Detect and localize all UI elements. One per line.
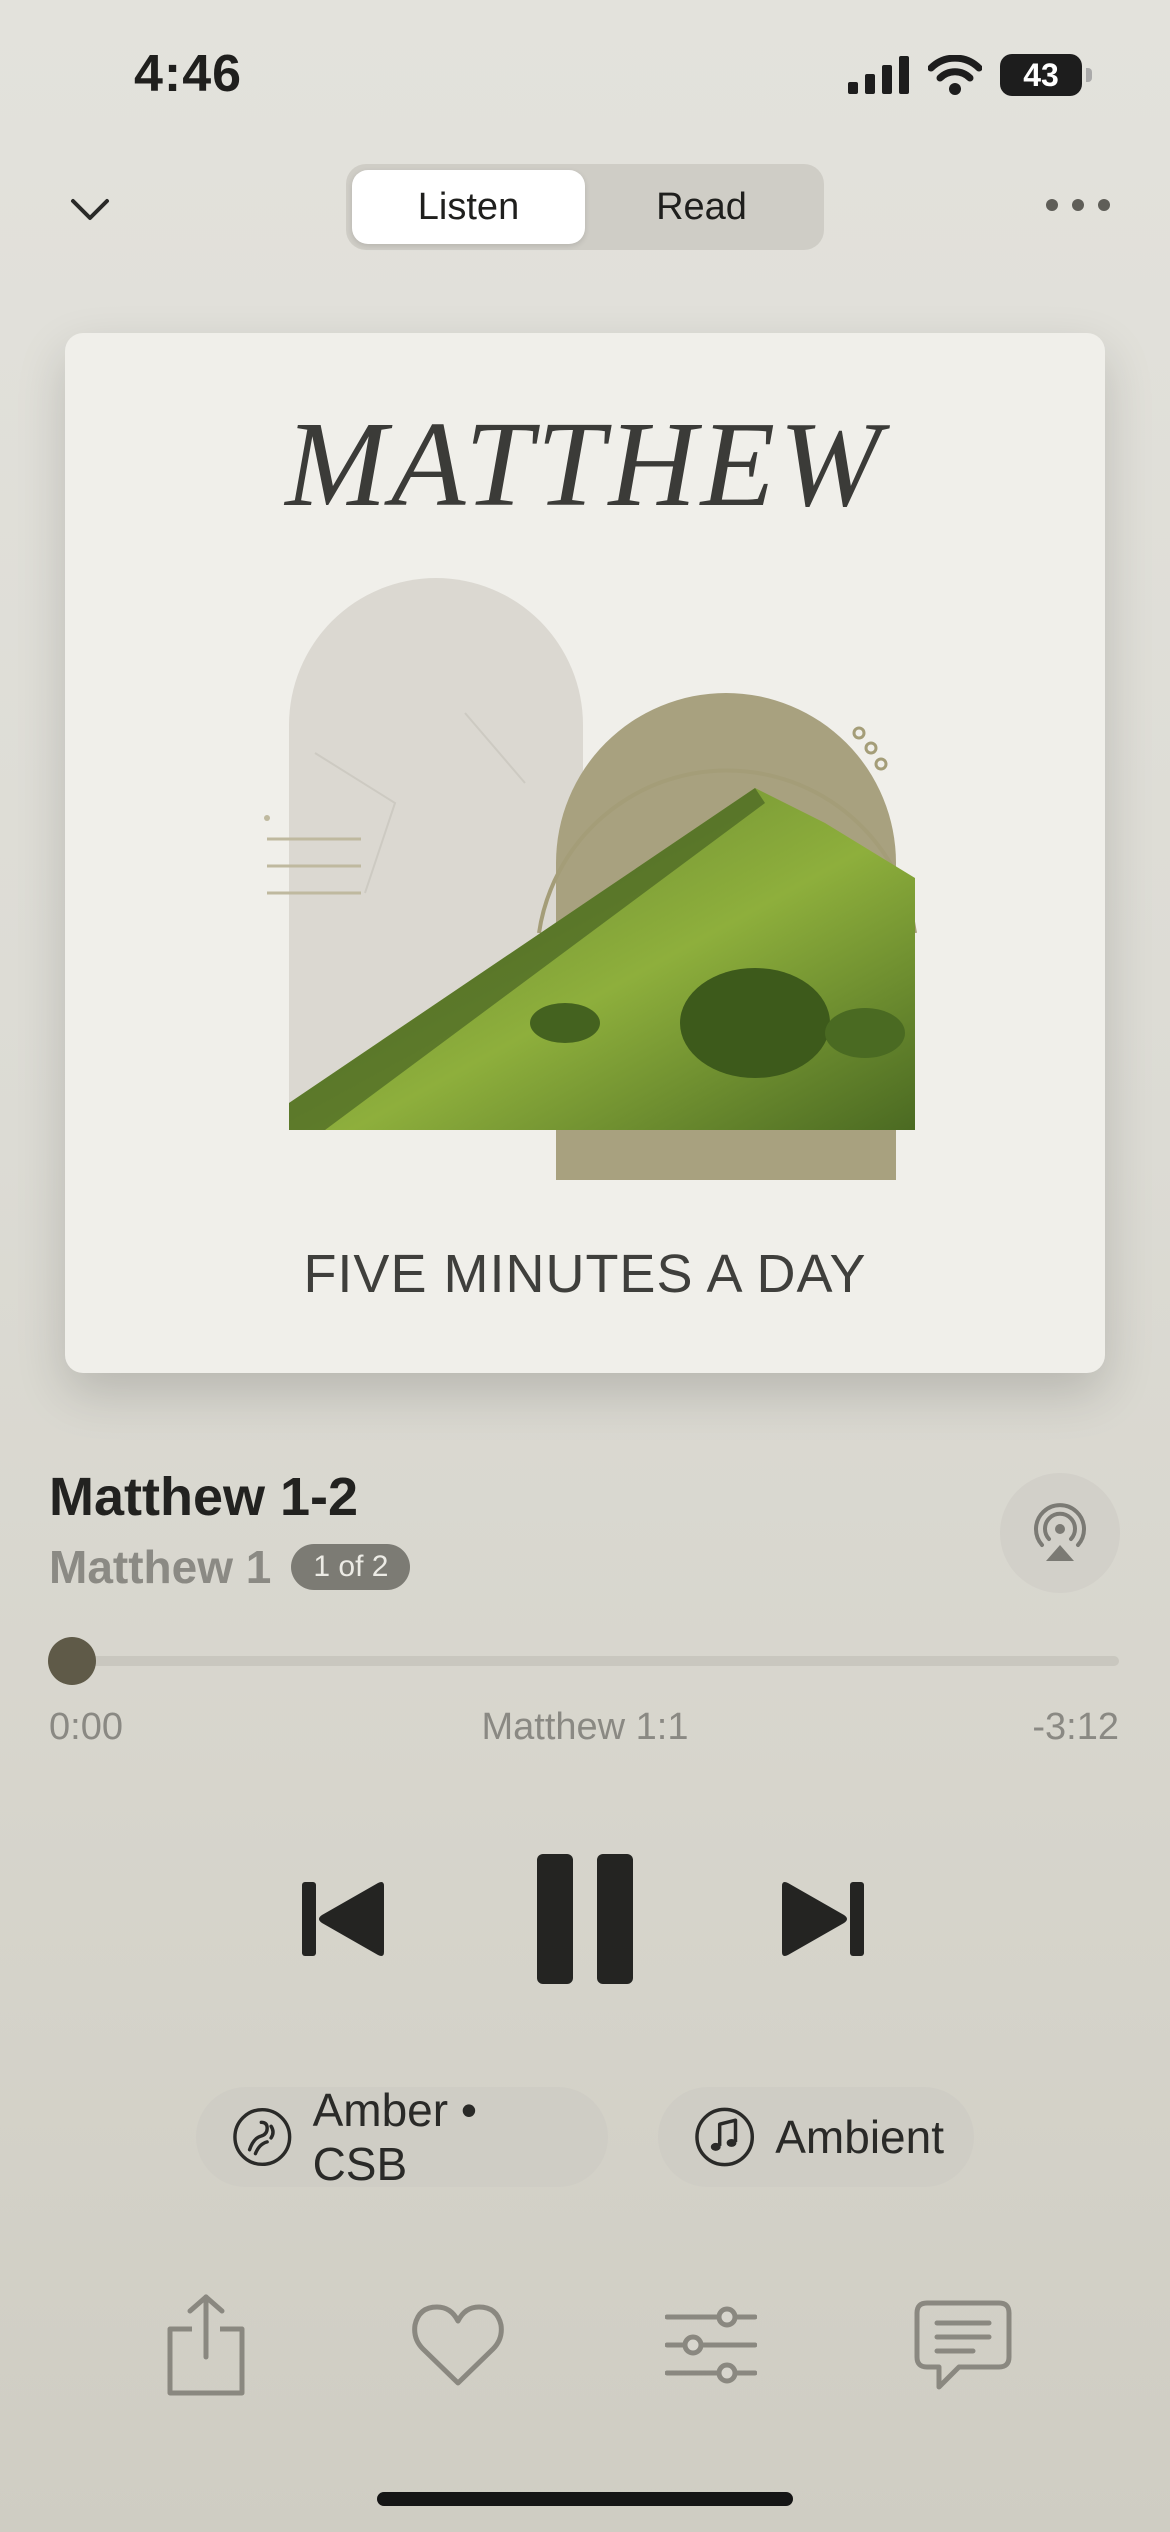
heart-icon xyxy=(412,2304,504,2386)
part-badge: 1 of 2 xyxy=(291,1544,411,1590)
track-chapter: Matthew 1 xyxy=(49,1541,272,1593)
airplay-icon xyxy=(1034,1503,1086,1561)
artwork-subtitle: FIVE MINUTES A DAY xyxy=(303,1244,867,1304)
favorite-button[interactable] xyxy=(403,2290,513,2400)
voice-selector-chip[interactable]: Amber • CSB xyxy=(196,2084,608,2190)
listen-read-toggle[interactable]: Listen Read xyxy=(346,164,824,250)
track-subtitle-row: Matthew 1 1 of 2 xyxy=(49,1540,411,1594)
music-note-icon xyxy=(695,2107,755,2167)
ellipsis-icon xyxy=(1046,199,1058,211)
ambient-label: Ambient xyxy=(775,2111,944,2163)
home-indicator[interactable] xyxy=(377,2492,793,2506)
skip-back-icon xyxy=(302,1882,384,1956)
battery-icon: 43 xyxy=(1000,54,1082,96)
tab-listen[interactable]: Listen xyxy=(352,170,585,244)
more-options-button[interactable] xyxy=(1046,190,1110,220)
comment-icon xyxy=(914,2300,1012,2390)
pause-icon xyxy=(537,1854,633,1984)
comments-button[interactable] xyxy=(908,2290,1018,2400)
sliders-icon xyxy=(665,2306,757,2384)
progress-bar[interactable] xyxy=(49,1656,1119,1666)
skip-forward-button[interactable] xyxy=(780,1880,866,1963)
voice-icon xyxy=(233,2107,292,2167)
status-time: 4:46 xyxy=(134,45,243,103)
album-artwork: MATTHEW FIVE MINUTES A DAY xyxy=(65,333,1105,1373)
chevron-down-icon xyxy=(71,199,109,220)
voice-label: Amber • CSB xyxy=(312,2084,477,2190)
status-icons: 43 xyxy=(848,54,1092,96)
pause-button[interactable] xyxy=(535,1852,635,1991)
share-icon xyxy=(167,2294,245,2396)
progress-knob[interactable] xyxy=(48,1637,96,1685)
skip-forward-icon xyxy=(782,1882,864,1956)
settings-button[interactable] xyxy=(656,2290,766,2400)
airplay-button[interactable] xyxy=(1000,1473,1120,1593)
ambient-selector-chip[interactable]: Ambient xyxy=(658,2087,974,2187)
current-verse: Matthew 1:1 xyxy=(481,1706,689,1748)
artwork-illustration xyxy=(264,578,917,1180)
remaining-time: -3:12 xyxy=(1032,1706,1119,1748)
skip-back-button[interactable] xyxy=(300,1880,386,1963)
tab-read[interactable]: Read xyxy=(585,170,818,244)
collapse-player-button[interactable] xyxy=(60,180,120,240)
share-button[interactable] xyxy=(151,2290,261,2400)
battery-cap xyxy=(1086,68,1092,82)
track-title: Matthew 1-2 xyxy=(49,1467,359,1527)
signal-icon xyxy=(848,56,909,94)
wifi-icon xyxy=(928,55,982,95)
